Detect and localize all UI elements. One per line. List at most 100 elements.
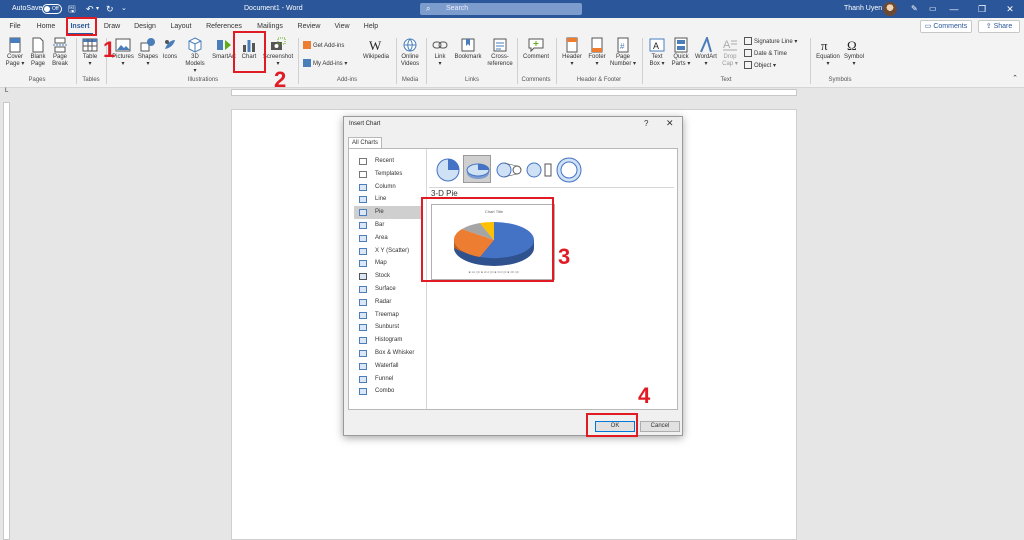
autosave-toggle[interactable]: Off: [42, 4, 62, 14]
minimize-icon[interactable]: —: [940, 0, 968, 18]
waterfall-chart-icon: [359, 362, 367, 370]
chart-type-item[interactable]: Stock: [354, 270, 422, 283]
bar-of-pie-subtype[interactable]: [524, 155, 552, 183]
save-icon[interactable]: 🖫: [68, 0, 76, 18]
date-time-button[interactable]: Date & Time: [744, 49, 787, 59]
close-icon[interactable]: ✕: [996, 0, 1024, 18]
horizontal-ruler[interactable]: L: [0, 88, 1024, 97]
maximize-icon[interactable]: ❐: [968, 0, 996, 18]
object-button[interactable]: Object ▾: [744, 61, 776, 71]
chart-type-item[interactable]: Combo: [354, 385, 422, 398]
help-button[interactable]: ?: [644, 119, 648, 128]
chart-type-item[interactable]: Sunburst: [354, 321, 422, 334]
screenshot-button[interactable]: Screenshot ▾: [262, 37, 294, 68]
comment-button[interactable]: Comment: [521, 37, 551, 61]
symbol-button[interactable]: Ω Symbol ▾: [842, 37, 866, 68]
quick-parts-button[interactable]: Quick Parts ▾: [669, 37, 693, 68]
chart-type-item[interactable]: X Y (Scatter): [354, 245, 422, 258]
dialog-title: Insert Chart: [349, 121, 381, 127]
search-box[interactable]: ⌕ Search: [420, 3, 582, 15]
radar-chart-icon: [359, 298, 367, 306]
vertical-ruler[interactable]: [3, 102, 10, 540]
comments-button[interactable]: ▭ Comments: [920, 20, 972, 33]
customize-toolbar-icon[interactable]: ⌄: [121, 0, 127, 18]
3d-models-icon: [188, 37, 202, 53]
text-box-button[interactable]: A Text Box ▾: [646, 37, 668, 68]
chart-type-item[interactable]: Treemap: [354, 309, 422, 322]
recent-icon: [359, 158, 367, 165]
group-divider: [810, 38, 811, 84]
chart-type-label: Sunburst: [375, 324, 400, 331]
chart-type-item[interactable]: Templates: [354, 168, 422, 181]
symbols-group-label: Symbols: [828, 77, 852, 83]
collapse-ribbon-icon[interactable]: ⌃: [1010, 75, 1020, 82]
icons-button[interactable]: Icons: [161, 37, 179, 61]
blank-page-button[interactable]: Blank Page: [28, 37, 48, 68]
close-dialog-button[interactable]: ✕: [666, 118, 674, 129]
tab-help[interactable]: Help: [360, 18, 382, 35]
user-name[interactable]: Thanh Uyen: [844, 0, 882, 18]
chart-type-item[interactable]: Pie: [354, 206, 422, 219]
chart-type-item[interactable]: Surface: [354, 283, 422, 296]
chart-type-item[interactable]: Area: [354, 232, 422, 245]
doughnut-subtype[interactable]: [554, 155, 582, 183]
tab-view[interactable]: View: [331, 18, 353, 35]
pie-of-pie-subtype[interactable]: [494, 155, 522, 183]
pie-subtype[interactable]: [433, 155, 461, 183]
3d-pie-subtype[interactable]: [463, 155, 491, 183]
search-placeholder: Search: [446, 5, 469, 12]
3d-models-button[interactable]: 3D Models ▾: [183, 37, 207, 75]
chart-type-item[interactable]: Line: [354, 193, 422, 206]
chart-type-item[interactable]: Box & Whisker: [354, 347, 422, 360]
chart-type-item[interactable]: Bar: [354, 219, 422, 232]
shapes-button[interactable]: Shapes ▾: [137, 37, 159, 68]
my-add-ins-button[interactable]: My Add-ins ▾: [303, 59, 347, 69]
equation-icon: π: [821, 38, 828, 53]
chart-type-item[interactable]: Funnel: [354, 373, 422, 386]
page-number-button[interactable]: # Page Number ▾: [609, 37, 637, 68]
tab-home[interactable]: Home: [32, 18, 60, 35]
tab-selector-icon[interactable]: L: [5, 88, 8, 94]
cover-page-button[interactable]: Cover Page ▾: [4, 37, 26, 68]
wikipedia-button[interactable]: W Wikipedia: [361, 37, 391, 61]
group-divider: [517, 38, 518, 84]
line-chart-icon: [359, 196, 367, 204]
ribbon-display-icon[interactable]: ▭: [929, 0, 937, 18]
chart-type-item[interactable]: Waterfall: [354, 360, 422, 373]
doughnut-subtype-icon: [556, 157, 582, 183]
share-button[interactable]: ⇪ Share: [978, 20, 1020, 33]
tab-file[interactable]: File: [4, 18, 26, 35]
pen-icon[interactable]: ✎: [911, 0, 918, 18]
redo-icon[interactable]: ↻: [106, 0, 114, 18]
cancel-button[interactable]: Cancel: [640, 421, 680, 432]
page-break-button[interactable]: Page Break: [50, 37, 70, 68]
tab-draw[interactable]: Draw: [100, 18, 124, 35]
tab-design[interactable]: Design: [131, 18, 159, 35]
chart-type-label: Column: [375, 183, 396, 190]
undo-icon[interactable]: ↶: [86, 0, 94, 18]
chart-type-item[interactable]: Map: [354, 257, 422, 270]
tab-review[interactable]: Review: [294, 18, 324, 35]
cross-reference-icon: [493, 38, 507, 52]
online-videos-button[interactable]: Online Videos: [398, 37, 422, 68]
chart-type-item[interactable]: Column: [354, 181, 422, 194]
avatar[interactable]: [883, 2, 897, 16]
annotation-box-chart-button: [233, 31, 266, 73]
wordart-button[interactable]: WordArt ▾: [693, 37, 719, 68]
autosave-state: Off: [52, 6, 59, 12]
bookmark-button[interactable]: Bookmark: [452, 37, 484, 61]
signature-line-button[interactable]: Signature Line ▾: [744, 37, 797, 47]
drop-cap-button[interactable]: A Drop Cap ▾: [719, 37, 741, 68]
equation-button[interactable]: π Equation ▾: [814, 37, 842, 68]
footer-button[interactable]: Footer ▾: [585, 37, 609, 68]
chart-type-item[interactable]: Recent: [354, 155, 422, 168]
link-button[interactable]: Link ▾: [430, 37, 450, 68]
header-button[interactable]: Header ▾: [560, 37, 584, 68]
get-add-ins-button[interactable]: Get Add-ins: [303, 41, 344, 51]
tab-layout[interactable]: Layout: [167, 18, 195, 35]
undo-dropdown-icon[interactable]: ▾: [96, 0, 99, 18]
cross-reference-button[interactable]: Cross-reference: [486, 37, 514, 68]
table-button[interactable]: Table ▾: [80, 37, 100, 68]
chart-type-item[interactable]: Histogram: [354, 334, 422, 347]
chart-type-item[interactable]: Radar: [354, 296, 422, 309]
